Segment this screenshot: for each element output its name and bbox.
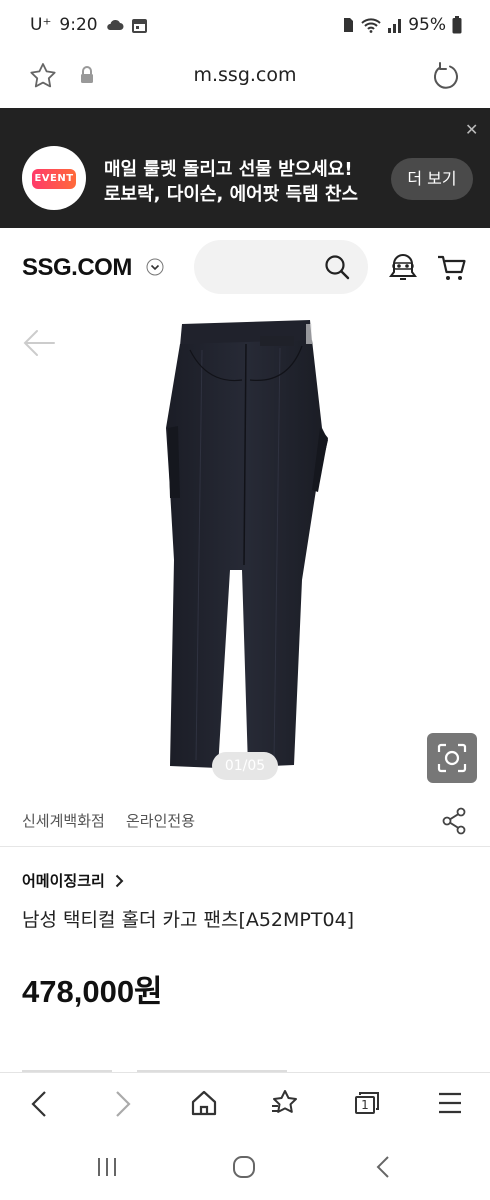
back-icon[interactable] <box>30 1089 48 1119</box>
event-banner[interactable]: EVENT 매일 룰렛 돌리고 선물 받으세요! 로보락, 다이슨, 에어팟 득… <box>0 108 490 228</box>
product-name: 남성 택티컬 홀더 카고 팬츠[A52MPT04] <box>22 909 355 931</box>
product-price: 478,000원 <box>22 974 163 1009</box>
search-input[interactable] <box>194 240 368 294</box>
image-counter: 01/05 <box>212 752 278 780</box>
bell-robot-icon[interactable] <box>389 253 417 283</box>
system-navigation <box>0 1134 490 1200</box>
reload-icon[interactable] <box>432 62 460 90</box>
banner-more-button[interactable]: 더 보기 <box>391 158 473 200</box>
carrier-label: U⁺ <box>30 15 52 35</box>
chevron-right-icon <box>115 874 124 887</box>
product-image <box>166 320 328 768</box>
battery-percent: 95% <box>408 15 446 35</box>
home-button-icon[interactable] <box>232 1155 256 1179</box>
site-header: SSG.COM <box>0 228 490 308</box>
home-icon[interactable] <box>190 1089 218 1117</box>
event-badge: EVENT <box>32 169 76 189</box>
image-search-button[interactable] <box>427 733 477 783</box>
divider <box>0 846 490 847</box>
share-icon[interactable] <box>441 807 467 835</box>
status-right: 95% <box>342 15 462 35</box>
tab-count: 1 <box>361 1098 369 1112</box>
wifi-icon <box>361 18 381 33</box>
cloud-icon <box>106 19 124 30</box>
online-only-tag: 온라인전용 <box>126 812 196 830</box>
cart-icon[interactable] <box>437 254 467 282</box>
url-text[interactable]: m.ssg.com <box>0 64 490 86</box>
store-label[interactable]: 신세계백화점 <box>22 810 105 831</box>
search-icon[interactable] <box>324 254 350 280</box>
system-back-icon[interactable] <box>376 1155 390 1179</box>
battery-icon <box>452 16 462 34</box>
address-bar: m.ssg.com <box>0 52 490 108</box>
sim-icon <box>344 18 354 32</box>
browser-toolbar: 1 <box>0 1072 490 1135</box>
close-icon[interactable]: ✕ <box>465 120 478 139</box>
banner-subline: 로보락, 다이슨, 에어팟 득템 찬스 <box>104 184 359 205</box>
forward-icon[interactable] <box>114 1089 132 1119</box>
product-gallery[interactable]: 01/05 <box>0 308 490 790</box>
arrow-left-icon[interactable] <box>22 328 56 358</box>
clock: 9:20 <box>59 15 98 35</box>
bookmark-star-icon[interactable] <box>270 1088 300 1118</box>
lens-icon <box>437 743 467 773</box>
partially-hidden-text <box>22 1062 342 1072</box>
site-logo[interactable]: SSG.COM <box>22 254 132 282</box>
brand-name: 어메이징크리 <box>22 872 105 890</box>
recent-apps-icon[interactable] <box>96 1156 118 1178</box>
signal-icon <box>388 19 402 33</box>
tabs-button[interactable]: 1 <box>354 1091 380 1115</box>
status-left: U⁺ 9:20 <box>30 15 147 35</box>
calendar-icon <box>131 18 147 33</box>
status-bar: U⁺ 9:20 95% <box>0 0 490 52</box>
menu-icon[interactable] <box>438 1092 462 1114</box>
banner-headline: 매일 룰렛 돌리고 선물 받으세요! <box>104 159 353 180</box>
chevron-down-icon[interactable] <box>146 258 164 276</box>
brand-link[interactable]: 어메이징크리 <box>22 870 124 891</box>
